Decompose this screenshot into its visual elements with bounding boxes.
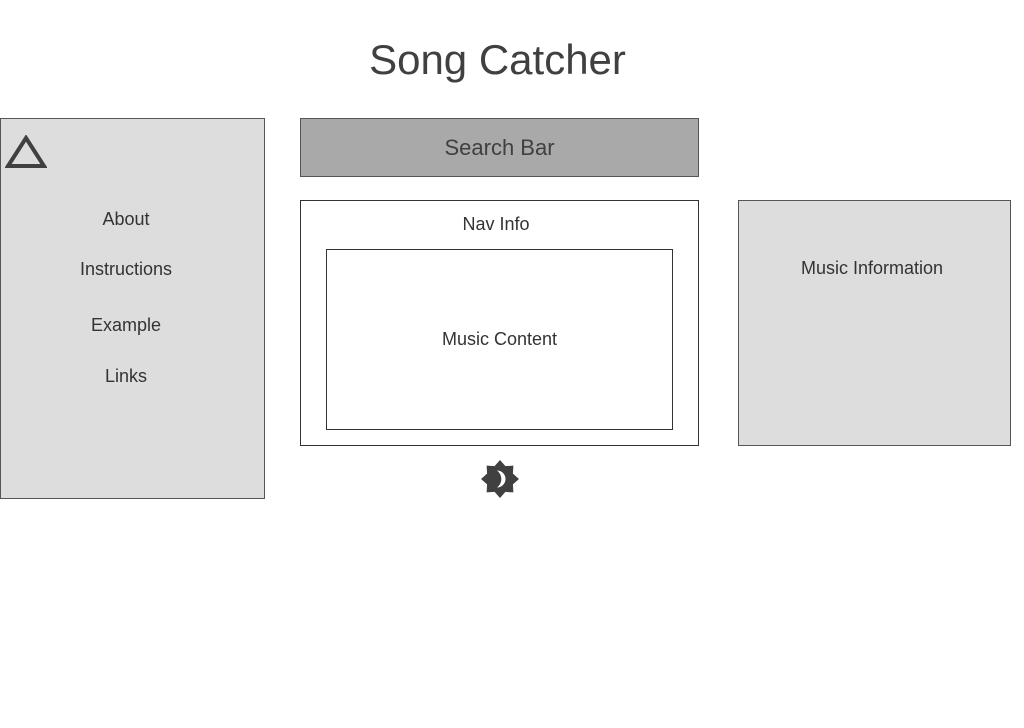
sidebar-item-about[interactable]: About <box>1 209 251 230</box>
nav-info-panel: Nav Info Music Content <box>300 200 699 446</box>
sidebar: About Instructions Example Links <box>0 118 265 499</box>
sidebar-item-links[interactable]: Links <box>1 366 251 387</box>
sidebar-item-instructions[interactable]: Instructions <box>1 259 251 280</box>
search-bar-label: Search Bar <box>444 134 555 160</box>
music-content-label: Music Content <box>441 329 558 349</box>
sidebar-item-example[interactable]: Example <box>1 315 251 336</box>
page-title: Song Catcher <box>369 36 626 83</box>
music-information-label: Music Information <box>800 258 944 278</box>
search-bar[interactable]: Search Bar <box>300 118 699 177</box>
music-content-panel: Music Content <box>326 249 673 430</box>
triangle-logo-icon[interactable] <box>4 134 48 169</box>
brightness-icon[interactable] <box>480 459 520 499</box>
music-information-panel: Music Information <box>738 200 1011 446</box>
nav-info-label: Nav Info <box>462 214 530 234</box>
